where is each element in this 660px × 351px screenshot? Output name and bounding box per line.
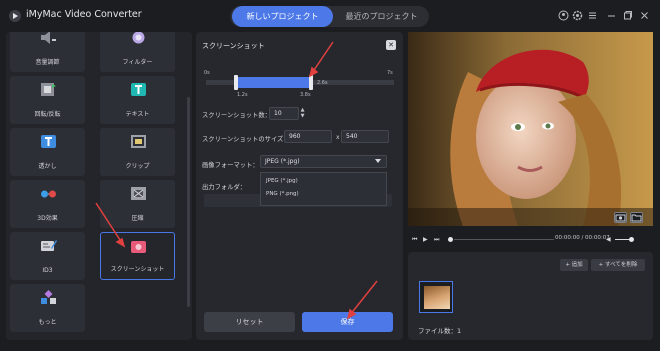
player-controls: ⏮ ▶ ⏭ 00:00:00 / 00:00:07 ◀ — [408, 231, 653, 249]
tools-scrollbar[interactable] — [187, 97, 190, 307]
size-label: スクリーンショットのサイズ： — [202, 136, 290, 143]
chevron-down-icon — [375, 159, 381, 163]
format-select[interactable]: JPEG (*.jpg) — [260, 155, 387, 168]
dialog-close-icon[interactable]: ✕ — [386, 40, 396, 50]
count-label: スクリーンショット数： — [202, 112, 271, 119]
seek-bar[interactable] — [454, 239, 554, 240]
tool-id3[interactable]: ID3 — [10, 232, 85, 280]
skip-back-icon[interactable]: ⏮ — [412, 236, 417, 244]
tool-compress[interactable]: 圧縮 — [100, 180, 175, 228]
user-icon[interactable] — [558, 10, 569, 21]
range-start-label: 1.2s — [237, 92, 248, 98]
filter-icon — [132, 32, 144, 44]
tool-label: 回転/反転 — [34, 111, 61, 118]
app-title: iMyMac Video Converter — [26, 9, 142, 20]
tool-label: ID3 — [42, 267, 53, 274]
volume-icon[interactable]: ◀ — [606, 236, 611, 243]
tool-label: フィルター — [122, 59, 153, 66]
tab-new-project[interactable]: 新しいプロジェクト — [232, 6, 333, 27]
preview-image — [408, 32, 653, 226]
watermark-icon — [40, 135, 56, 148]
tool-text[interactable]: テキスト — [100, 76, 175, 124]
format-label: 画像フォーマット： — [202, 162, 259, 169]
tool-clip[interactable]: クリップ — [100, 128, 175, 176]
skip-forward-icon[interactable]: ⏭ — [434, 236, 439, 244]
count-input[interactable]: 10 — [269, 107, 299, 120]
file-count-label: ファイル数：1 — [418, 327, 462, 335]
compress-icon — [130, 187, 146, 200]
size-separator: x — [336, 134, 340, 141]
project-tabs: 新しいプロジェクト 最近のプロジェクト — [230, 6, 429, 27]
time-range-selection — [235, 77, 312, 88]
tool-label: 透かし — [38, 163, 57, 170]
video-preview — [408, 32, 653, 226]
tool-label: テキスト — [125, 111, 150, 118]
tool-label: スクリーンショット — [110, 266, 165, 273]
range-min-label: 0s — [204, 70, 210, 76]
dialog-title: スクリーンショット — [202, 42, 265, 50]
tools-panel: 音量調節 フィルター 回転/反転 テキスト 透かし クリップ 3D効果 圧縮 I… — [6, 32, 192, 340]
tool-volume[interactable]: 音量調節 — [10, 32, 85, 72]
playback-time: 00:00:00 / 00:00:07 — [555, 235, 610, 241]
tool-label: 圧縮 — [131, 215, 144, 222]
tab-recent-projects[interactable]: 最近のプロジェクト — [336, 6, 427, 27]
rotate-icon — [40, 83, 56, 96]
settings-icon[interactable] — [572, 10, 583, 21]
thumbnail-image — [424, 286, 450, 309]
screenshot-dialog: スクリーンショット ✕ 0s 7s 2.6s 1.2s 3.8s スクリーンショ… — [196, 32, 403, 340]
menu-icon[interactable] — [587, 10, 598, 21]
tool-screenshot[interactable]: スクリーンショット — [100, 232, 175, 280]
play-icon[interactable]: ▶ — [423, 236, 428, 243]
volume-handle[interactable] — [629, 237, 634, 242]
id3-icon — [40, 240, 57, 251]
minimize-icon[interactable] — [606, 10, 617, 21]
close-window-icon[interactable] — [639, 10, 650, 21]
clip-icon — [130, 135, 146, 148]
screenshot-thumbnail[interactable] — [419, 281, 453, 313]
delete-all-button[interactable]: + すべてを削除 — [591, 259, 645, 271]
range-max-label: 7s — [387, 70, 393, 76]
volume-icon — [40, 32, 56, 44]
range-end-handle[interactable] — [309, 75, 313, 90]
tool-label: 3D効果 — [37, 215, 58, 222]
reset-button[interactable]: リセット — [204, 312, 295, 332]
text-icon — [130, 83, 146, 96]
range-start-handle[interactable] — [234, 75, 238, 90]
screenshot-icon — [130, 241, 146, 253]
restore-icon[interactable] — [622, 10, 633, 21]
folder-icon[interactable] — [630, 212, 643, 223]
range-end-label: 3.8s — [300, 92, 311, 98]
tool-3d[interactable]: 3D効果 — [10, 180, 85, 228]
format-dropdown-list: JPEG (*.jpg) PNG (*.png) — [260, 172, 387, 206]
more-icon — [40, 290, 56, 304]
count-stepper[interactable]: ▲ ▼ — [299, 107, 306, 119]
height-input[interactable]: 540 — [341, 130, 389, 143]
save-button[interactable]: 保存 — [302, 312, 393, 332]
format-option-jpeg[interactable]: JPEG (*.jpg) — [266, 178, 298, 184]
tool-more[interactable]: もっと — [10, 284, 85, 332]
screenshot-list-panel: + 追加 + すべてを削除 ファイル数：1 — [408, 252, 653, 340]
format-option-png[interactable]: PNG (*.png) — [266, 191, 299, 197]
3d-icon — [40, 190, 56, 198]
output-folder-label: 出力フォルダ： — [202, 184, 247, 191]
seek-handle[interactable] — [448, 237, 453, 242]
camera-icon[interactable] — [614, 212, 627, 223]
app-logo-icon — [9, 10, 21, 22]
tool-label: もっと — [38, 319, 57, 326]
range-mid-label: 2.6s — [317, 80, 328, 86]
tool-watermark[interactable]: 透かし — [10, 128, 85, 176]
tool-rotate[interactable]: 回転/反転 — [10, 76, 85, 124]
tool-label: クリップ — [125, 163, 150, 170]
title-bar: iMyMac Video Converter 新しいプロジェクト 最近のプロジェ… — [0, 0, 660, 32]
tool-filter[interactable]: フィルター — [100, 32, 175, 72]
width-input[interactable]: 960 — [284, 130, 332, 143]
add-button[interactable]: + 追加 — [560, 259, 588, 271]
tool-label: 音量調節 — [35, 59, 60, 66]
